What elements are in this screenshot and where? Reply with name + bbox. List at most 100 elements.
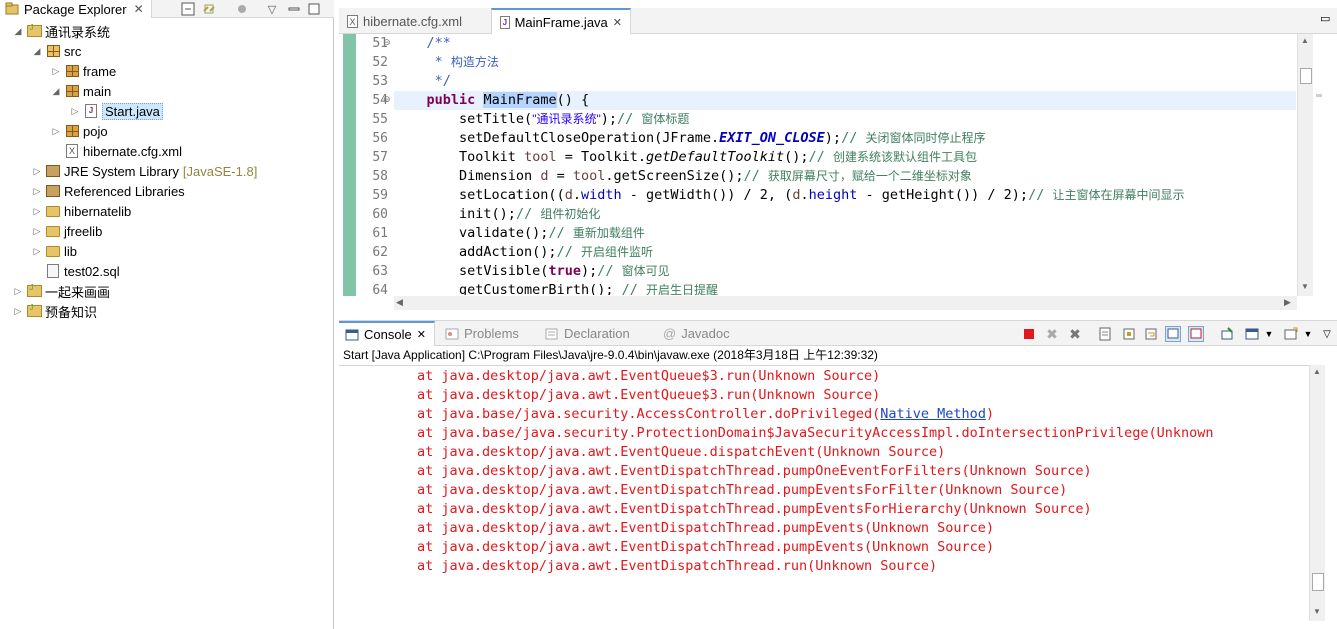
- tree-item-label: hibernate.cfg.xml: [83, 143, 182, 159]
- close-icon[interactable]: ✕: [613, 16, 622, 29]
- console-vertical-scrollbar[interactable]: ▲ ▼: [1309, 365, 1325, 621]
- console-description: Start [Java Application] C:\Program File…: [343, 348, 878, 362]
- remove-all-terminated-icon[interactable]: ✖: [1067, 326, 1083, 342]
- collapsed-arrow-icon[interactable]: ▷: [50, 126, 62, 137]
- scroll-lock-icon[interactable]: [1121, 326, 1137, 342]
- tree-item-hibernatelib[interactable]: ▷ hibernatelib: [31, 201, 132, 221]
- pin-console-icon[interactable]: [1219, 326, 1235, 342]
- fold-collapse-icon[interactable]: ⊖: [383, 94, 391, 105]
- tab-declaration[interactable]: Declaration: [539, 321, 644, 346]
- view-menu-icon[interactable]: ▽: [1319, 326, 1335, 342]
- remove-launch-icon[interactable]: ✖: [1044, 326, 1060, 342]
- package-explorer-tabbar: Package Explorer ✕ ▽: [0, 0, 334, 18]
- scroll-down-icon[interactable]: ▼: [1313, 607, 1321, 616]
- library-icon: [45, 163, 61, 179]
- tree-item-src[interactable]: ◢ src: [31, 41, 82, 61]
- editor-tabbar: X hibernate.cfg.xml J MainFrame.java ✕: [339, 8, 1337, 34]
- collapsed-arrow-icon[interactable]: ▷: [31, 186, 43, 197]
- source-folder-icon: [45, 43, 61, 59]
- scroll-thumb[interactable]: [1300, 68, 1312, 84]
- dropdown-arrow-icon[interactable]: ▼: [1261, 326, 1277, 342]
- package-explorer-title: Package Explorer: [24, 1, 127, 17]
- scroll-thumb[interactable]: [1312, 573, 1324, 591]
- dropdown-arrow-icon[interactable]: ▼: [1300, 326, 1316, 342]
- tree-item-hibernate-cfg[interactable]: X hibernate.cfg.xml: [50, 141, 182, 161]
- line-number: 63: [372, 264, 388, 279]
- line-number: 52: [372, 55, 388, 70]
- collapsed-arrow-icon[interactable]: ▷: [69, 106, 81, 117]
- stack-trace-line: at java.desktop/java.awt.EventDispatchTh…: [417, 520, 995, 536]
- expanded-arrow-icon[interactable]: ◢: [12, 26, 24, 37]
- word-wrap-icon[interactable]: [1143, 326, 1159, 342]
- tab-hibernate-cfg-xml[interactable]: X hibernate.cfg.xml: [339, 8, 489, 34]
- scroll-left-icon[interactable]: ◀: [396, 297, 403, 308]
- collapsed-arrow-icon[interactable]: ▷: [31, 206, 43, 217]
- tree-item-main[interactable]: ◢ main: [50, 81, 112, 101]
- editor-minimize-icon[interactable]: ▭: [1320, 12, 1330, 25]
- fold-collapse-icon[interactable]: ⊖: [383, 37, 391, 48]
- tree-item-jfreelib[interactable]: ▷ jfreelib: [31, 221, 103, 241]
- tree-item-test02-sql[interactable]: test02.sql: [31, 261, 120, 281]
- tree-item-label: JRE System Library: [64, 163, 179, 179]
- focus-icon[interactable]: [234, 1, 250, 17]
- terminate-icon[interactable]: [1021, 326, 1037, 342]
- collapsed-arrow-icon[interactable]: ▷: [12, 286, 24, 297]
- tab-console[interactable]: Console ✕: [339, 321, 435, 346]
- line-number: 60: [372, 207, 388, 222]
- maximize-icon[interactable]: [306, 1, 322, 17]
- javadoc-text: /**: [426, 35, 451, 51]
- display-selected-console-icon[interactable]: [1244, 326, 1260, 342]
- tree-item-jre-library[interactable]: ▷ JRE System Library [JavaSE-1.8]: [31, 161, 258, 181]
- tree-item-pojo[interactable]: ▷ pojo: [50, 121, 108, 141]
- tree-item-project-drawing[interactable]: ▷ 一起来画画: [12, 281, 110, 301]
- tab-mainframe-java[interactable]: J MainFrame.java ✕: [491, 8, 631, 34]
- tree-item-referenced-libraries[interactable]: ▷ Referenced Libraries: [31, 181, 185, 201]
- tree-item-decoration: [JavaSE-1.8]: [182, 163, 258, 179]
- expanded-arrow-icon[interactable]: ◢: [50, 86, 62, 97]
- line-number: 58: [372, 169, 388, 184]
- tree-item-project-contacts[interactable]: ◢ 通讯录系统: [12, 21, 110, 41]
- code-line-54-current: public MainFrame() {: [394, 91, 1296, 110]
- tree-item-project-prep[interactable]: ▷ 预备知识: [12, 301, 97, 321]
- expanded-arrow-icon[interactable]: ◢: [31, 46, 43, 57]
- stack-trace-line: at java.desktop/java.awt.EventDispatchTh…: [417, 482, 1068, 498]
- collapsed-arrow-icon[interactable]: ▷: [31, 246, 43, 257]
- link-with-editor-icon[interactable]: [201, 1, 217, 17]
- scroll-right-icon[interactable]: ▶: [1284, 297, 1291, 308]
- package-icon: [64, 63, 80, 79]
- scroll-up-icon[interactable]: ▲: [1301, 36, 1309, 45]
- scroll-down-icon[interactable]: ▼: [1301, 282, 1309, 291]
- scroll-up-icon[interactable]: ▲: [1313, 367, 1321, 376]
- code-line-64: getCustomerBirth(); // 开启生日提醒: [459, 282, 718, 295]
- editor-horizontal-scrollbar[interactable]: ◀ ▶: [394, 296, 1297, 310]
- show-console-on-output-icon[interactable]: [1165, 326, 1181, 342]
- open-console-icon[interactable]: [1283, 326, 1299, 342]
- console-output[interactable]: at java.desktop/java.awt.EventQueue$3.ru…: [339, 365, 1309, 621]
- view-menu-icon[interactable]: ▽: [264, 1, 280, 17]
- line-number-gutter: 51 52 53 54 55 56 57 58 59 60 61 62 63 6…: [356, 34, 394, 298]
- collapse-all-icon[interactable]: [180, 1, 196, 17]
- minimize-icon[interactable]: [286, 1, 302, 17]
- collapsed-arrow-icon[interactable]: ▷: [12, 306, 24, 317]
- tree-item-label: 通讯录系统: [45, 24, 111, 40]
- editor-vertical-scrollbar[interactable]: ▲ ▼: [1297, 34, 1313, 296]
- clear-console-icon[interactable]: [1097, 326, 1113, 342]
- package-explorer-tab[interactable]: Package Explorer ✕: [0, 0, 152, 18]
- tab-javadoc[interactable]: @ Javadoc: [657, 321, 737, 346]
- collapsed-arrow-icon[interactable]: ▷: [31, 166, 43, 177]
- tab-problems[interactable]: Problems: [439, 321, 529, 346]
- collapsed-arrow-icon[interactable]: ▷: [50, 66, 62, 77]
- tab-label: MainFrame.java: [514, 14, 608, 30]
- code-line-53: */: [394, 72, 451, 91]
- tree-item-frame[interactable]: ▷ frame: [50, 61, 117, 81]
- stack-trace-line: at java.base/java.security.AccessControl…: [417, 406, 995, 422]
- native-method-link[interactable]: Native Method: [880, 406, 986, 422]
- tree-item-start-java[interactable]: ▷ J Start.java: [69, 101, 163, 121]
- show-console-on-error-icon[interactable]: [1188, 326, 1204, 342]
- collapsed-arrow-icon[interactable]: ▷: [31, 226, 43, 237]
- tree-item-label: lib: [64, 243, 78, 259]
- code-line-57: Toolkit tool = Toolkit.getDefaultToolkit…: [459, 149, 977, 165]
- close-icon[interactable]: ✕: [131, 1, 147, 17]
- close-icon[interactable]: ✕: [417, 328, 426, 341]
- tree-item-lib[interactable]: ▷ lib: [31, 241, 77, 261]
